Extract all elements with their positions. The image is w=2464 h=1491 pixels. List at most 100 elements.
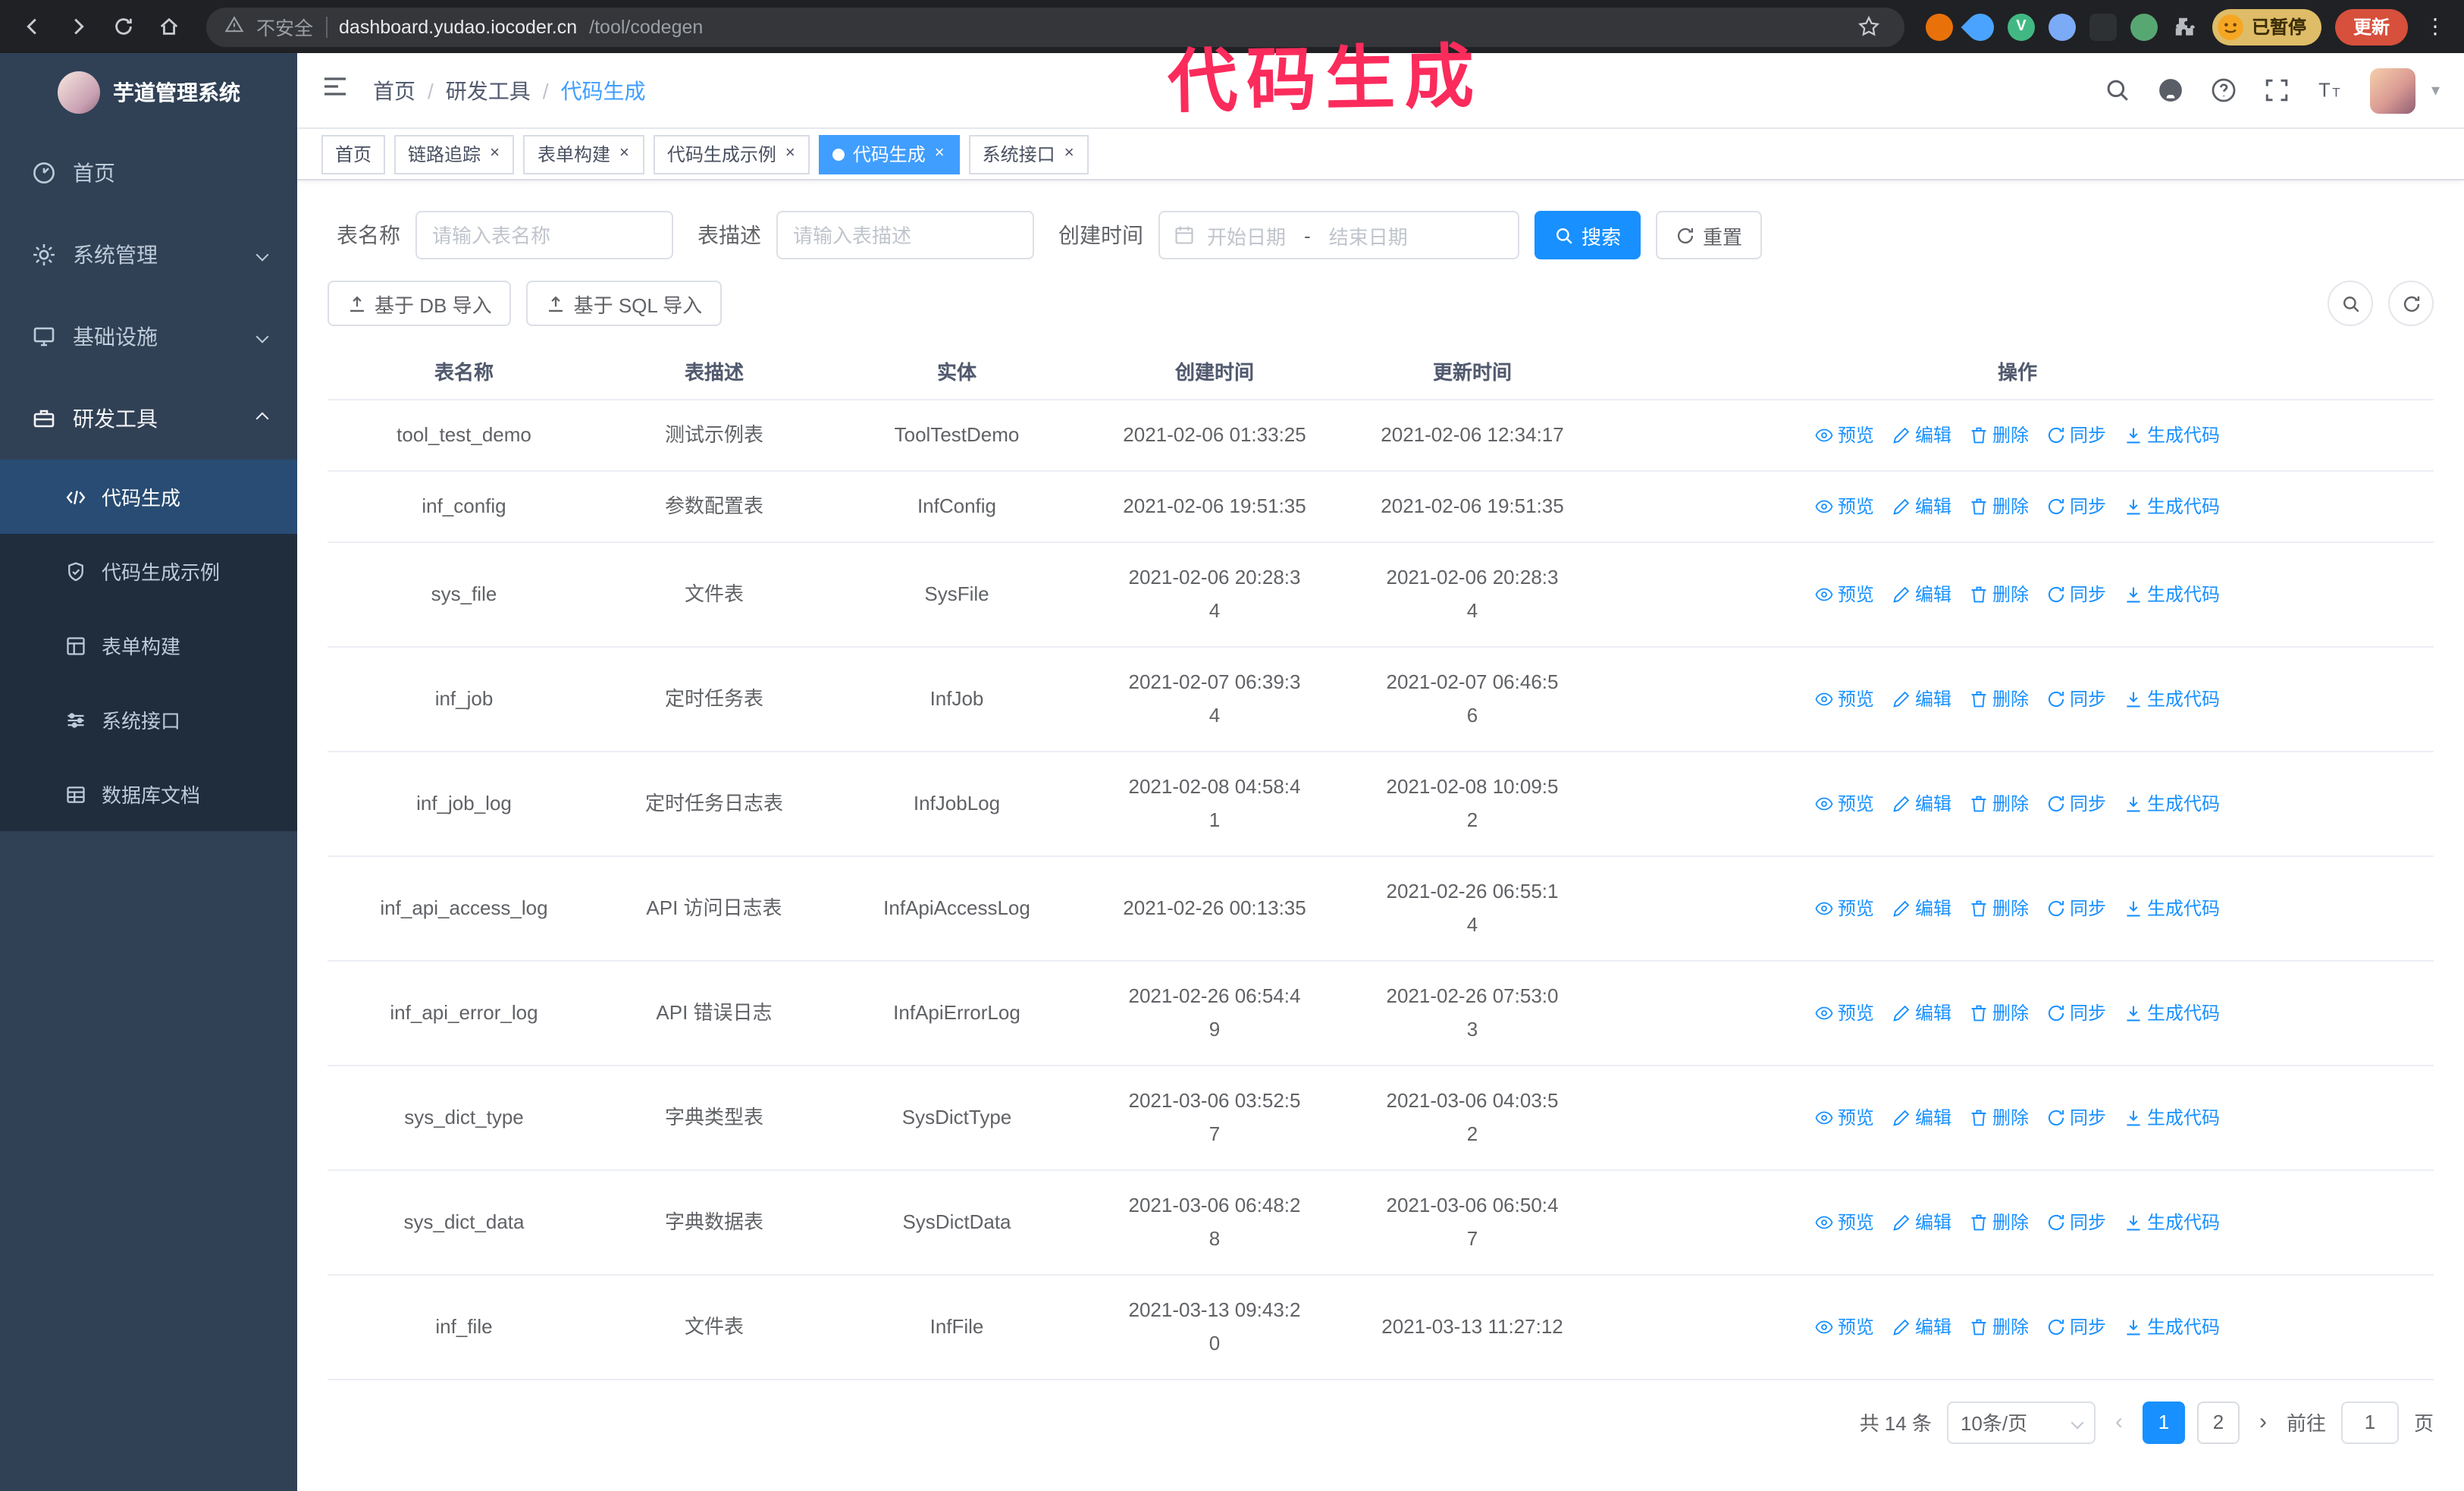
tab-home[interactable]: 首页	[321, 134, 386, 174]
toggle-search-button[interactable]	[2328, 281, 2373, 326]
close-icon[interactable]: ×	[933, 144, 946, 164]
eye-action-link[interactable]: 预览	[1815, 577, 1874, 611]
water-drop-extension-icon[interactable]	[1961, 7, 2000, 46]
eye-action-link[interactable]: 预览	[1815, 786, 1874, 820]
next-page-button[interactable]: ›	[2255, 1409, 2271, 1435]
generate-code-action-link[interactable]: 生成代码	[2124, 786, 2220, 820]
sync-action-link[interactable]: 同步	[2047, 577, 2106, 611]
bookmark-star-icon[interactable]	[1853, 10, 1886, 43]
sidebar-item-home[interactable]: 首页	[0, 132, 297, 214]
edit-action-link[interactable]: 编辑	[1892, 418, 1951, 451]
tab-form-builder[interactable]: 表单构建 ×	[523, 134, 644, 174]
forward-icon[interactable]	[61, 10, 94, 43]
prev-page-button[interactable]: ‹	[2111, 1409, 2127, 1435]
generate-code-action-link[interactable]: 生成代码	[2124, 682, 2220, 715]
table-desc-input[interactable]	[776, 211, 1034, 259]
sync-action-link[interactable]: 同步	[2047, 418, 2106, 451]
delete-action-link[interactable]: 删除	[1970, 577, 2029, 611]
delete-action-link[interactable]: 删除	[1970, 996, 2029, 1029]
eye-action-link[interactable]: 预览	[1815, 1205, 1874, 1238]
sidebar-item-system[interactable]: 系统管理	[0, 214, 297, 296]
edit-action-link[interactable]: 编辑	[1892, 577, 1951, 611]
chrome-update-button[interactable]: 更新	[2334, 8, 2408, 45]
sidebar-subitem-form-builder[interactable]: 表单构建	[0, 608, 297, 683]
goto-page-input[interactable]	[2340, 1401, 2399, 1443]
delete-action-link[interactable]: 删除	[1970, 418, 2029, 451]
profile-paused-chip[interactable]: 已暂停	[2212, 8, 2321, 45]
help-icon[interactable]	[2212, 77, 2237, 103]
home-icon[interactable]	[152, 10, 185, 43]
screenshot-extension-icon[interactable]	[2089, 13, 2117, 40]
close-icon[interactable]: ×	[1063, 144, 1076, 164]
eye-action-link[interactable]: 预览	[1815, 1100, 1874, 1134]
sidebar-subitem-system-api[interactable]: 系统接口	[0, 683, 297, 757]
generate-code-action-link[interactable]: 生成代码	[2124, 1310, 2220, 1343]
edit-action-link[interactable]: 编辑	[1892, 1205, 1951, 1238]
generate-code-action-link[interactable]: 生成代码	[2124, 418, 2220, 451]
edit-action-link[interactable]: 编辑	[1892, 1310, 1951, 1343]
edit-action-link[interactable]: 编辑	[1892, 682, 1951, 715]
eye-action-link[interactable]: 预览	[1815, 996, 1874, 1029]
tab-codegen-example[interactable]: 代码生成示例 ×	[653, 134, 810, 174]
sidebar-subitem-db-doc[interactable]: 数据库文档	[0, 757, 297, 831]
close-icon[interactable]: ×	[618, 144, 631, 164]
sync-action-link[interactable]: 同步	[2047, 891, 2106, 924]
delete-action-link[interactable]: 删除	[1970, 489, 2029, 523]
delete-action-link[interactable]: 删除	[1970, 1100, 2029, 1134]
eye-action-link[interactable]: 预览	[1815, 418, 1874, 451]
sync-action-link[interactable]: 同步	[2047, 1310, 2106, 1343]
edit-action-link[interactable]: 编辑	[1892, 891, 1951, 924]
delete-action-link[interactable]: 删除	[1970, 1205, 2029, 1238]
breadcrumb-item[interactable]: 研发工具	[446, 75, 531, 105]
sync-action-link[interactable]: 同步	[2047, 786, 2106, 820]
tab-codegen[interactable]: 代码生成 ×	[819, 134, 960, 174]
generate-code-action-link[interactable]: 生成代码	[2124, 489, 2220, 523]
sidebar-subitem-codegen[interactable]: 代码生成	[0, 460, 297, 534]
accounts-extension-icon[interactable]	[2048, 13, 2076, 40]
import-db-button[interactable]: 基于 DB 导入	[328, 281, 512, 326]
delete-action-link[interactable]: 删除	[1970, 891, 2029, 924]
edit-action-link[interactable]: 编辑	[1892, 1100, 1951, 1134]
sync-action-link[interactable]: 同步	[2047, 682, 2106, 715]
close-icon[interactable]: ×	[784, 144, 797, 164]
browser-menu-icon[interactable]: ⋮	[2422, 14, 2449, 39]
generate-code-action-link[interactable]: 生成代码	[2124, 577, 2220, 611]
sync-action-link[interactable]: 同步	[2047, 1205, 2106, 1238]
import-sql-button[interactable]: 基于 SQL 导入	[526, 281, 723, 326]
address-bar[interactable]: 不安全 dashboard.yudao.iocoder.cn/tool/code…	[206, 7, 1904, 46]
generate-code-action-link[interactable]: 生成代码	[2124, 996, 2220, 1029]
generate-code-action-link[interactable]: 生成代码	[2124, 1100, 2220, 1134]
sync-action-link[interactable]: 同步	[2047, 996, 2106, 1029]
edit-action-link[interactable]: 编辑	[1892, 489, 1951, 523]
eye-action-link[interactable]: 预览	[1815, 489, 1874, 523]
sidebar-subitem-codegen-example[interactable]: 代码生成示例	[0, 534, 297, 608]
breadcrumb-item[interactable]: 首页	[373, 75, 415, 105]
sync-action-link[interactable]: 同步	[2047, 1100, 2106, 1134]
reset-button[interactable]: 重置	[1656, 211, 1763, 259]
tab-system-api[interactable]: 系统接口 ×	[968, 134, 1089, 174]
page-button-2[interactable]: 2	[2196, 1401, 2240, 1443]
close-icon[interactable]: ×	[488, 144, 501, 164]
sync-action-link[interactable]: 同步	[2047, 489, 2106, 523]
eye-action-link[interactable]: 预览	[1815, 682, 1874, 715]
tab-tracing[interactable]: 链路追踪 ×	[394, 134, 515, 174]
hamburger-icon[interactable]	[321, 73, 349, 108]
back-icon[interactable]	[15, 10, 49, 43]
search-button[interactable]: 搜索	[1535, 211, 1641, 259]
leaf-extension-icon[interactable]	[2130, 13, 2158, 40]
delete-action-link[interactable]: 删除	[1970, 1310, 2029, 1343]
sidebar-item-infra[interactable]: 基础设施	[0, 296, 297, 378]
generate-code-action-link[interactable]: 生成代码	[2124, 1205, 2220, 1238]
app-logo[interactable]: 芋道管理系统	[0, 53, 297, 132]
eye-action-link[interactable]: 预览	[1815, 891, 1874, 924]
fox-extension-icon[interactable]	[1925, 13, 1953, 40]
user-avatar[interactable]	[2370, 67, 2416, 113]
create-time-range-picker[interactable]: 开始日期 - 结束日期	[1158, 211, 1519, 259]
avatar-caret-icon[interactable]: ▾	[2431, 80, 2440, 100]
reload-icon[interactable]	[106, 10, 140, 43]
github-icon[interactable]	[2158, 77, 2184, 103]
puzzle-extensions-icon[interactable]	[2171, 13, 2199, 40]
generate-code-action-link[interactable]: 生成代码	[2124, 891, 2220, 924]
search-icon[interactable]	[2105, 77, 2131, 103]
page-button-1[interactable]: 1	[2142, 1401, 2185, 1443]
